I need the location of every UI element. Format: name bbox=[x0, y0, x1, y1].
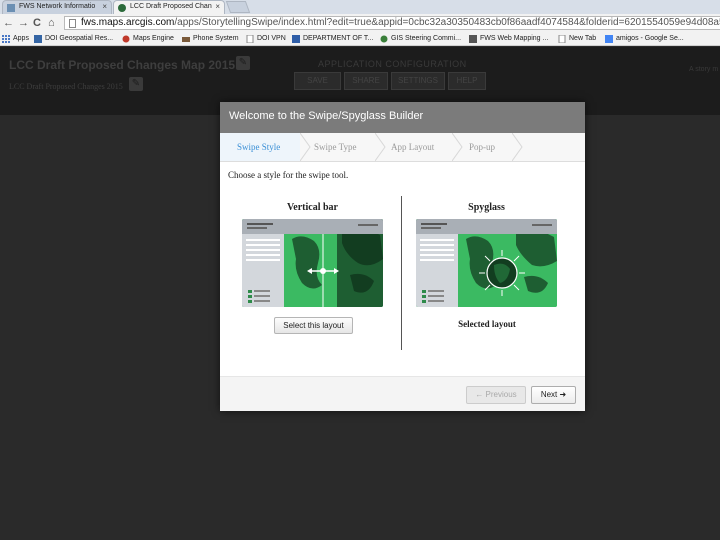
bookmark-label: New Tab bbox=[569, 35, 597, 42]
bookmark-fws-web-mapping[interactable]: FWS Web Mapping ... bbox=[469, 34, 548, 44]
window-controls[interactable] bbox=[640, 0, 720, 14]
dialog-footer: ← Previous Next ➜ bbox=[220, 376, 585, 411]
tab-close-icon[interactable]: × bbox=[102, 2, 107, 11]
bookmarks-bar: Apps DOI Geospatial Res... Maps Engine P… bbox=[0, 32, 720, 46]
dialog-prompt: Choose a style for the swipe tool. bbox=[228, 170, 349, 180]
browser-nav-bar: ← → C ⌂ fws.maps.arcgis.com/apps/Storyte… bbox=[0, 14, 720, 32]
options-divider bbox=[401, 196, 402, 350]
selected-layout-status: Selected layout bbox=[458, 319, 516, 329]
tab-title: LCC Draft Proposed Chan bbox=[130, 3, 212, 10]
share-button[interactable]: SHARE bbox=[344, 72, 388, 90]
bookmark-doi-vpn[interactable]: DOI VPN bbox=[246, 34, 286, 44]
browser-tab-strip: FWS Network Informatio × LCC Draft Propo… bbox=[0, 0, 720, 14]
builder-dialog: Welcome to the Swipe/Spyglass Builder Sw… bbox=[220, 102, 585, 411]
apps-grid-icon bbox=[2, 35, 10, 43]
wizard-steps: Swipe Style Swipe Type App Layout Pop-up bbox=[220, 133, 585, 162]
app-title: LCC Draft Proposed Changes Map 2015 bbox=[9, 58, 236, 72]
step-chevron-icon bbox=[300, 133, 311, 161]
bookmark-favicon-icon bbox=[469, 35, 477, 43]
dialog-title: Welcome to the Swipe/Spyglass Builder bbox=[229, 110, 424, 122]
help-button[interactable]: HELP bbox=[448, 72, 486, 90]
url-host: fws.maps.arcgis.com bbox=[81, 17, 175, 28]
app-subtitle: LCC Draft Proposed Changes 2015 bbox=[9, 82, 123, 91]
step-app-layout[interactable]: App Layout bbox=[391, 142, 434, 152]
app-description-fragment: A story m bbox=[689, 66, 719, 73]
step-swipe-type[interactable]: Swipe Type bbox=[314, 142, 356, 152]
step-swipe-style[interactable]: Swipe Style bbox=[237, 142, 280, 152]
previous-button[interactable]: ← Previous bbox=[466, 386, 526, 404]
bookmark-gis-steering[interactable]: GIS Steering Commi... bbox=[380, 34, 461, 44]
option-vertical-bar-label: Vertical bar bbox=[286, 202, 338, 213]
bookmark-label: DOI Geospatial Res... bbox=[45, 35, 114, 42]
bookmark-doi-geospatial[interactable]: DOI Geospatial Res... bbox=[34, 34, 113, 44]
bookmark-label: FWS Web Mapping ... bbox=[480, 35, 549, 42]
browser-tab-fws-network[interactable]: FWS Network Informatio × bbox=[2, 0, 112, 14]
config-label: APPLICATION CONFIGURATION bbox=[318, 59, 467, 69]
bookmark-new-tab[interactable]: New Tab bbox=[558, 34, 596, 44]
option-spyglass-label: Spyglass bbox=[468, 202, 505, 213]
spyglass-preview-image[interactable] bbox=[416, 219, 557, 307]
tab-close-icon[interactable]: × bbox=[215, 2, 220, 11]
home-icon[interactable]: ⌂ bbox=[48, 15, 55, 31]
reload-icon[interactable]: C bbox=[33, 15, 41, 31]
bookmark-favicon-icon bbox=[292, 35, 300, 43]
dialog-header: Welcome to the Swipe/Spyglass Builder bbox=[220, 102, 585, 133]
step-chevron-icon bbox=[375, 133, 386, 161]
bookmark-label: Apps bbox=[13, 35, 29, 42]
address-bar[interactable]: fws.maps.arcgis.com/apps/StorytellingSwi… bbox=[64, 16, 720, 30]
bookmark-amigos-google[interactable]: amigos - Google Se... bbox=[605, 34, 684, 44]
edit-subtitle-icon[interactable]: ✎ bbox=[129, 77, 143, 91]
page-icon bbox=[69, 19, 76, 28]
forward-arrow-icon[interactable]: → bbox=[18, 15, 29, 31]
bookmark-label: DOI VPN bbox=[257, 35, 286, 42]
save-button[interactable]: SAVE bbox=[294, 72, 341, 90]
bookmark-label: GIS Steering Commi... bbox=[391, 35, 462, 42]
next-button[interactable]: Next ➜ bbox=[531, 386, 576, 404]
back-arrow-icon[interactable]: ← bbox=[3, 15, 14, 31]
bookmark-favicon-icon bbox=[182, 37, 190, 42]
google-favicon-icon bbox=[605, 35, 613, 43]
bookmark-phone-system[interactable]: Phone System bbox=[182, 34, 239, 44]
edit-title-icon[interactable]: ✎ bbox=[236, 56, 250, 70]
bookmark-department[interactable]: DEPARTMENT OF T... bbox=[292, 34, 373, 44]
arcgis-favicon-icon bbox=[118, 4, 126, 12]
bookmark-maps-engine[interactable]: Maps Engine bbox=[122, 34, 174, 44]
bookmark-label: amigos - Google Se... bbox=[616, 35, 684, 42]
vertical-bar-preview-image[interactable] bbox=[242, 219, 383, 307]
settings-button[interactable]: SETTINGS bbox=[391, 72, 445, 90]
tab-title: FWS Network Informatio bbox=[19, 3, 96, 10]
page-icon bbox=[246, 35, 254, 43]
fws-favicon-icon bbox=[7, 4, 15, 12]
bookmark-favicon-icon bbox=[122, 35, 130, 43]
step-chevron-icon bbox=[452, 133, 463, 161]
page-icon bbox=[558, 35, 566, 43]
bookmark-label: Maps Engine bbox=[133, 35, 174, 42]
select-layout-button[interactable]: Select this layout bbox=[274, 317, 353, 334]
bookmark-favicon-icon bbox=[34, 35, 42, 43]
step-popup[interactable]: Pop-up bbox=[469, 142, 495, 152]
step-chevron-icon bbox=[512, 133, 523, 161]
bookmark-apps[interactable]: Apps bbox=[2, 34, 29, 44]
browser-tab-lcc-draft[interactable]: LCC Draft Proposed Chan × bbox=[113, 0, 225, 14]
bookmark-label: DEPARTMENT OF T... bbox=[303, 35, 374, 42]
bookmark-favicon-icon bbox=[380, 35, 388, 43]
url-path: /apps/StorytellingSwipe/index.html?edit=… bbox=[174, 17, 720, 28]
bookmark-label: Phone System bbox=[193, 35, 239, 42]
new-tab-button[interactable] bbox=[225, 1, 251, 13]
